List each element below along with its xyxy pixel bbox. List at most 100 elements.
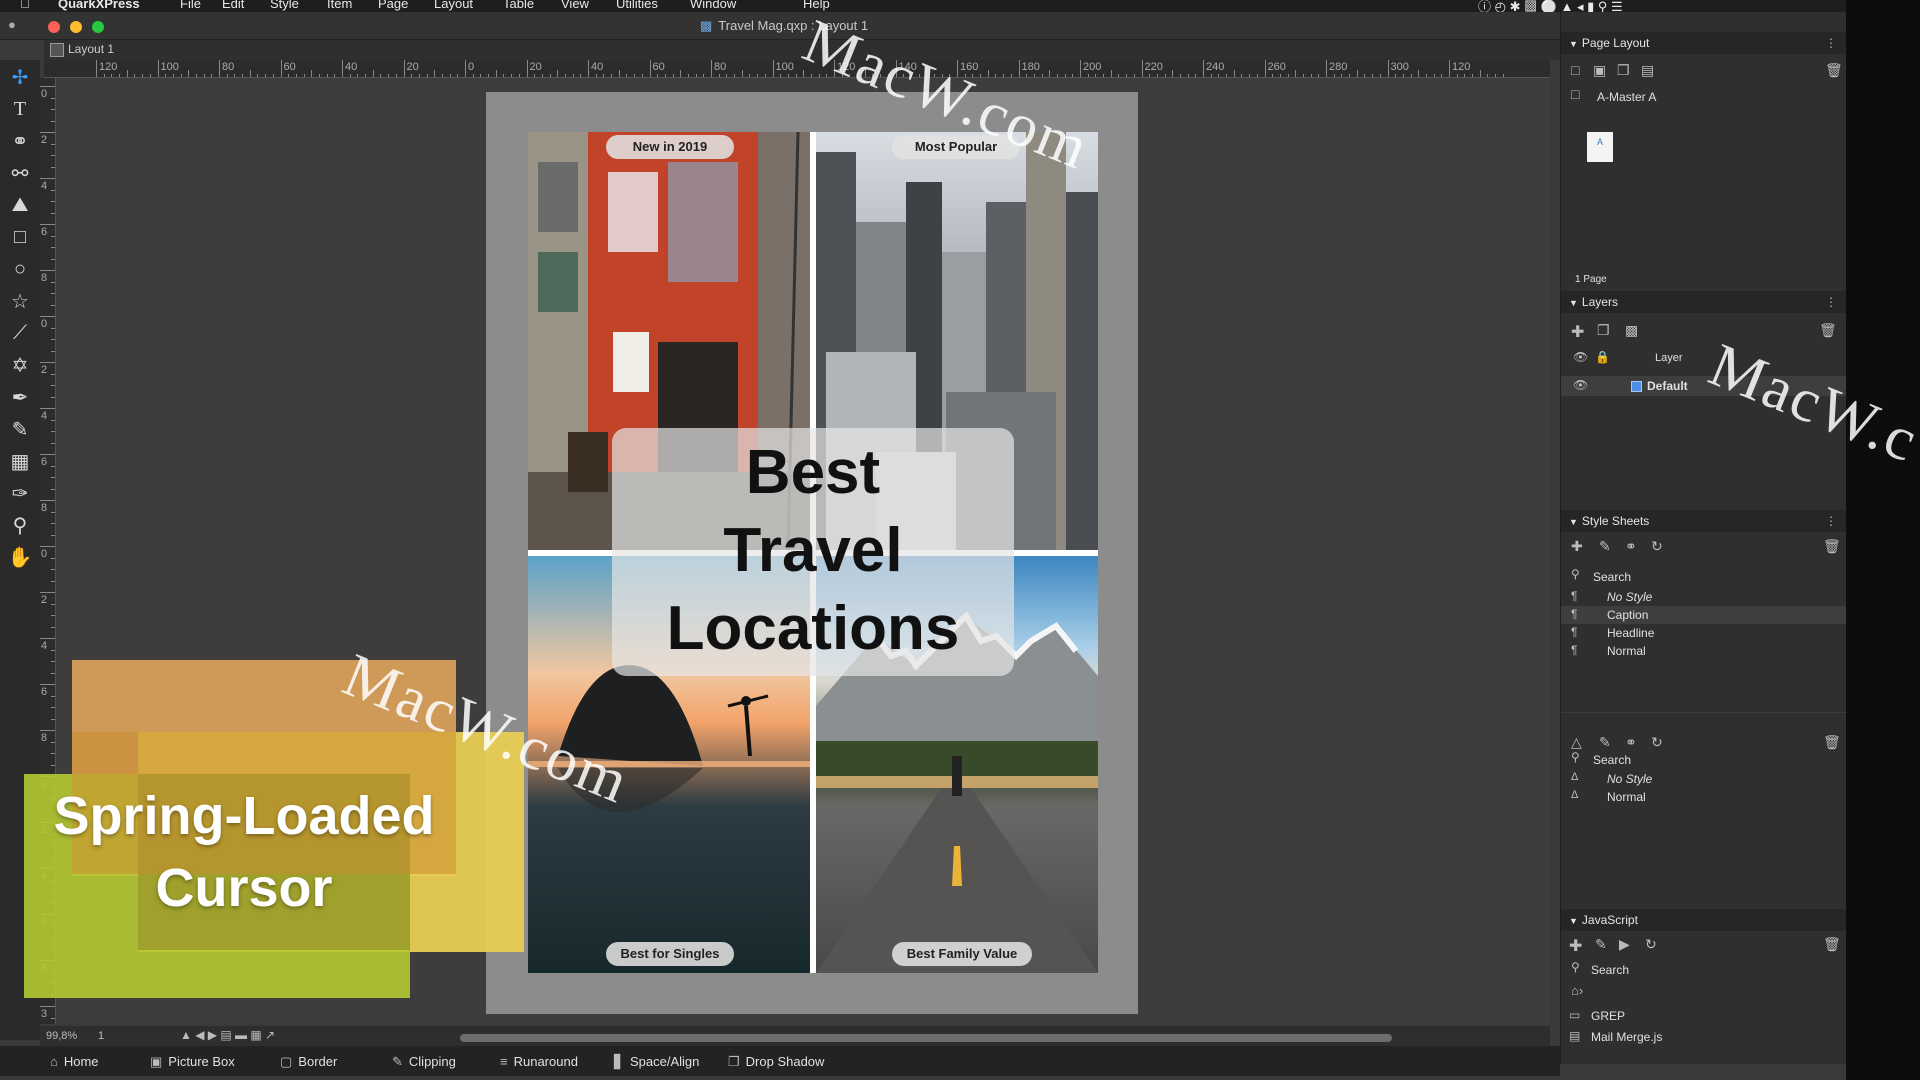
duplicate-style-icon[interactable]: ⚭ (1625, 538, 1637, 555)
menu-page[interactable]: Page (378, 0, 408, 11)
menu-app-name[interactable]: QuarkXPress (58, 0, 140, 11)
bezier-icon[interactable]: ✡ (6, 350, 34, 380)
char-style-normal-label: Normal (1607, 790, 1646, 804)
menu-style[interactable]: Style (270, 0, 299, 11)
javascript-search[interactable]: Search (1591, 963, 1629, 977)
page-nav-icons[interactable]: ▲ ◀ ▶ ▤ ▬ ▦ ↗ (180, 1028, 275, 1042)
delete-page-icon[interactable]: 🗑 (1825, 62, 1843, 79)
eye-icon[interactable]: 👁 (1573, 378, 1588, 392)
menu-table[interactable]: Table (503, 0, 534, 11)
new-paragraph-style-icon[interactable]: ✚ (1571, 538, 1583, 555)
menu-window[interactable]: Window (690, 0, 736, 11)
add-layer-icon[interactable]: ✚ (1571, 322, 1584, 342)
run-script-icon[interactable]: ▶ (1619, 936, 1630, 953)
link-icon[interactable]: ⚭ (6, 126, 34, 156)
delete-char-style-icon[interactable]: 🗑 (1823, 734, 1841, 751)
move-icon[interactable]: ✢ (6, 62, 34, 92)
menu-view[interactable]: View (561, 0, 589, 11)
edit-char-style-icon[interactable]: ✎ (1599, 734, 1611, 751)
script-mail-merge[interactable]: ▤ Mail Merge.js (1561, 1028, 1847, 1046)
page-number[interactable]: 1 (98, 1030, 104, 1042)
oval-icon[interactable]: ○ (6, 254, 34, 284)
master-a-label[interactable]: A-Master A (1597, 90, 1656, 104)
tab-drop-shadow[interactable]: ❐ Drop Shadow (728, 1054, 824, 1070)
new-character-style-icon[interactable]: △ (1571, 734, 1582, 751)
menu-layout[interactable]: Layout (434, 0, 473, 11)
layers-header[interactable]: ▼ Layers ⋮ (1561, 291, 1847, 313)
page-layout-menu-icon[interactable]: ⋮ (1825, 32, 1837, 54)
style-divider[interactable] (1561, 712, 1847, 713)
label-new-in-2019[interactable]: New in 2019 (606, 135, 734, 159)
apple-icon[interactable]:  (20, 0, 30, 11)
label-best-family-value[interactable]: Best Family Value (892, 942, 1032, 966)
ruler-h-label: 120 (99, 61, 118, 73)
para-style-normal[interactable]: ¶ Normal (1561, 642, 1847, 660)
merge-layers-icon[interactable]: ▩ (1625, 322, 1638, 339)
vertical-scrollbar[interactable] (1552, 92, 1560, 1022)
pencil-icon[interactable]: ✎ (6, 414, 34, 444)
horizontal-scrollbar[interactable] (460, 1034, 1392, 1042)
rectangle-icon[interactable]: □ (6, 222, 34, 252)
picture-icon[interactable]: ⛰ (6, 190, 34, 220)
menu-item[interactable]: Item (327, 0, 352, 11)
home-icon[interactable]: ⌂› (1571, 983, 1583, 998)
text-icon[interactable]: T (6, 94, 34, 124)
update-style-icon[interactable]: ↻ (1651, 538, 1663, 555)
edit-script-icon[interactable]: ✎ (1595, 936, 1607, 953)
blank-page-icon[interactable]: □ (1571, 62, 1579, 78)
update-char-style-icon[interactable]: ↻ (1651, 734, 1663, 751)
para-style-headline[interactable]: ¶ Headline (1561, 624, 1847, 642)
tab-clipping[interactable]: ✎ Clipping (392, 1054, 456, 1070)
pilcrow-icon: ¶ (1571, 643, 1578, 657)
master-page-icon[interactable]: ▣ (1593, 62, 1606, 79)
tab-picture-box[interactable]: ▣ Picture Box (150, 1054, 235, 1070)
page-thumbnail[interactable]: A (1587, 132, 1613, 162)
duplicate-char-style-icon[interactable]: ⚭ (1625, 734, 1637, 751)
zoom-level[interactable]: 99,8% (46, 1030, 77, 1042)
zoom-icon[interactable]: ⚲ (6, 510, 34, 540)
delete-layer-icon[interactable]: 🗑 (1819, 322, 1837, 339)
char-style-no-style[interactable]: Δ No Style (1561, 770, 1847, 788)
star-icon[interactable]: ☆ (6, 286, 34, 316)
char-style-normal[interactable]: Δ Normal (1561, 788, 1847, 806)
line-icon[interactable]: ⟋ (6, 318, 34, 348)
eyedropper-icon[interactable]: ✑ (6, 478, 34, 508)
tab-border[interactable]: ▢ Border (280, 1054, 337, 1070)
tab-home[interactable]: ⌂ Home (50, 1054, 99, 1069)
zoom-button[interactable] (92, 21, 104, 33)
delete-style-icon[interactable]: 🗑 (1823, 538, 1841, 555)
menu-utilities[interactable]: Utilities (616, 0, 658, 11)
page-layout-header[interactable]: ▼ Page Layout ⋮ (1561, 32, 1847, 54)
apply-master-icon[interactable]: ▤ (1641, 62, 1654, 79)
window-menu-icon[interactable]: ● (8, 17, 16, 32)
move-to-layer-icon[interactable]: ❐ (1597, 322, 1610, 339)
hand-icon[interactable]: ✋ (6, 542, 34, 572)
character-style-search[interactable]: Search (1593, 753, 1631, 767)
para-style-no-style[interactable]: ¶ No Style (1561, 588, 1847, 606)
script-grep[interactable]: ▭ GREP (1561, 1007, 1847, 1025)
style-sheets-menu-icon[interactable]: ⋮ (1825, 510, 1837, 532)
tab-runaround[interactable]: ≡ Runaround (500, 1054, 578, 1069)
para-style-caption[interactable]: ¶ Caption (1561, 606, 1847, 624)
layout-tab[interactable]: Layout 1 (50, 42, 114, 57)
duplicate-page-icon[interactable]: ❐ (1617, 62, 1630, 79)
tab-space-align[interactable]: ▋ Space/Align (614, 1054, 699, 1070)
layers-menu-icon[interactable]: ⋮ (1825, 291, 1837, 313)
paragraph-style-search[interactable]: Search (1593, 570, 1631, 584)
edit-style-icon[interactable]: ✎ (1599, 538, 1611, 555)
table-icon[interactable]: ▦ (6, 446, 34, 476)
style-sheets-header[interactable]: ▼ Style Sheets ⋮ (1561, 510, 1847, 532)
menu-edit[interactable]: Edit (222, 0, 244, 11)
add-script-icon[interactable]: ✚ (1569, 936, 1582, 956)
label-best-for-singles[interactable]: Best for Singles (606, 942, 734, 966)
pen-icon[interactable]: ✒ (6, 382, 34, 412)
close-button[interactable] (48, 21, 60, 33)
minimize-button[interactable] (70, 21, 82, 33)
menu-file[interactable]: File (180, 0, 201, 11)
unlink-icon[interactable]: ⚯ (6, 158, 34, 188)
delete-script-icon[interactable]: 🗑 (1823, 936, 1841, 953)
refresh-script-icon[interactable]: ↻ (1645, 936, 1657, 953)
headline-box[interactable]: Best Travel Locations (612, 428, 1014, 676)
ruler-tick (680, 70, 682, 77)
javascript-header[interactable]: ▼ JavaScript (1561, 909, 1847, 931)
